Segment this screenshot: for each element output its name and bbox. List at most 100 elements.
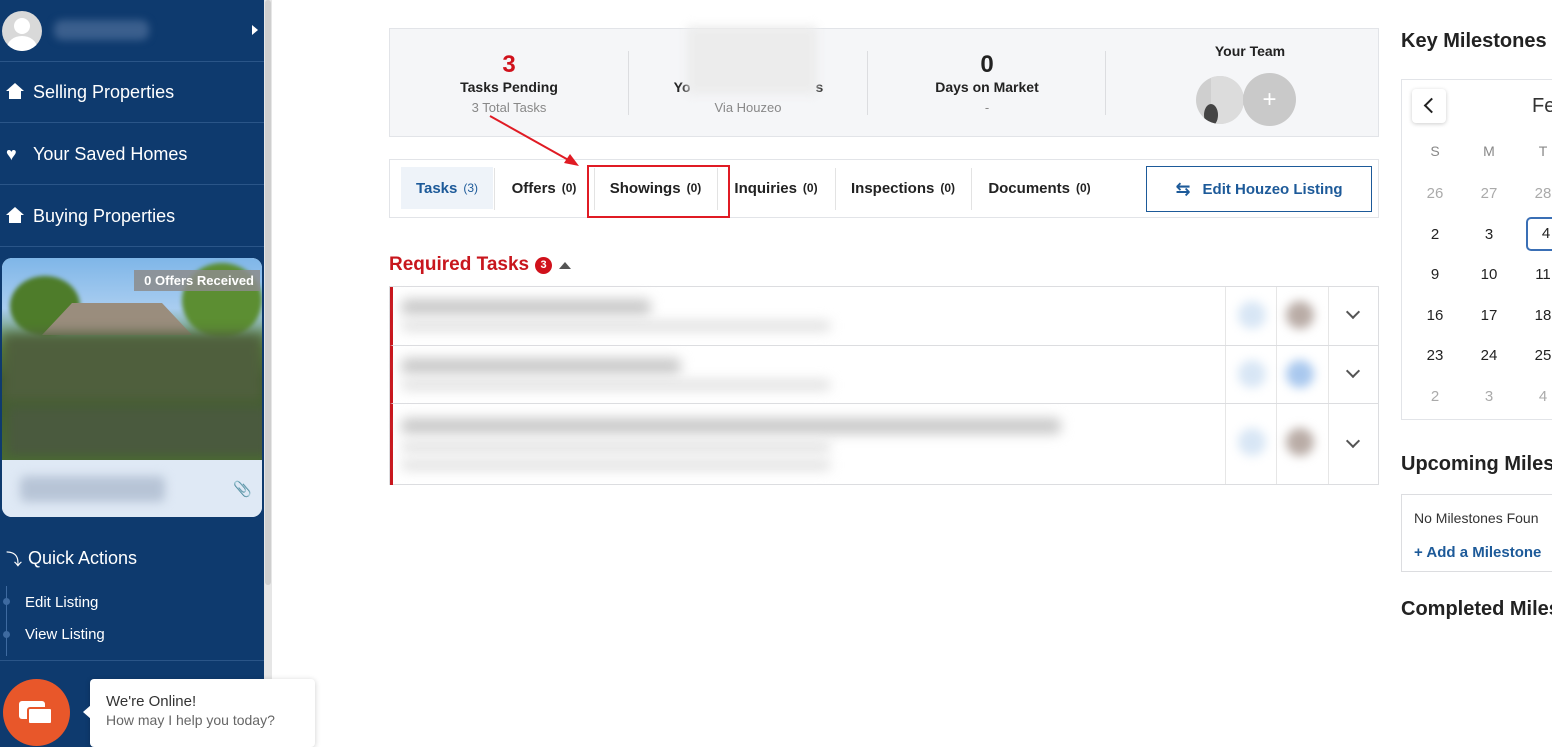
chat-online-text: We're Online! (106, 693, 197, 710)
tab-count: (3) (463, 181, 479, 195)
swap-icon: ⇆ (1175, 178, 1191, 199)
sidebar-item-selling-properties[interactable]: Selling Properties (0, 62, 264, 123)
tab-documents[interactable]: Documents (0) (972, 167, 1107, 209)
tab-label: Offers (511, 179, 556, 197)
calendar-day[interactable]: 16 (1415, 307, 1455, 324)
chat-button[interactable] (3, 679, 70, 746)
via-houzeo-label: Via Houzeo (714, 100, 782, 115)
tab-label: Inquiries (734, 179, 797, 197)
redacted-area (687, 26, 817, 94)
calendar-day[interactable]: 3 (1469, 226, 1509, 243)
calendar-day[interactable]: 2 (1415, 388, 1455, 405)
calendar-day[interactable]: 24 (1469, 347, 1509, 364)
table-row[interactable] (390, 346, 1378, 404)
sidebar-item-label: Your Saved Homes (33, 143, 188, 164)
tab-label: Tasks (415, 179, 458, 197)
home-icon (6, 207, 28, 225)
property-photo[interactable]: 0 Offers Received (2, 258, 262, 460)
chat-help-text: How may I help you today? (106, 712, 275, 728)
calendar-day[interactable]: 3 (1469, 388, 1509, 405)
table-row[interactable] (390, 287, 1378, 346)
add-milestone-link[interactable]: + Add a Milestone (1414, 544, 1541, 561)
caret-right-icon[interactable] (252, 25, 258, 35)
heart-icon: ♥ (6, 144, 17, 164)
calendar-day[interactable]: 4 (1523, 388, 1552, 405)
chat-popup[interactable]: We're Online! How may I help you today? (83, 679, 315, 747)
showings-highlight-box (587, 165, 730, 218)
property-info: 📎 (2, 460, 262, 517)
calendar-day[interactable]: 27 (1469, 185, 1509, 202)
calendar-day[interactable]: 26 (1415, 185, 1455, 202)
bullet-dot (3, 631, 10, 638)
sidebar-item-buying-properties[interactable]: Buying Properties (0, 186, 264, 247)
required-tasks-badge: 3 (535, 256, 553, 274)
property-card[interactable]: 0 Offers Received 📎 (2, 258, 262, 517)
chevron-down-icon[interactable] (1345, 363, 1361, 379)
calendar-day[interactable]: 9 (1415, 266, 1455, 283)
sidebar-scrollbar[interactable] (264, 0, 272, 747)
calendar-day[interactable]: 25 (1523, 347, 1552, 364)
team-member-avatar[interactable] (1196, 76, 1244, 124)
user-menu[interactable] (0, 0, 264, 62)
upcoming-milestones-box: No Milestones Foun + Add a Milestone (1401, 494, 1552, 572)
calendar-day-today[interactable]: 4 (1526, 217, 1552, 251)
edit-button-label: Edit Houzeo Listing (1202, 180, 1343, 198)
calendar-day[interactable]: 18 (1523, 307, 1552, 324)
calendar-day[interactable]: 10 (1469, 266, 1509, 283)
table-row[interactable] (390, 404, 1378, 485)
chevron-left-icon[interactable] (1412, 89, 1446, 123)
sidebar-item-label: Selling Properties (33, 81, 175, 102)
calendar-day[interactable]: 2 (1415, 226, 1455, 243)
required-tasks-title: Required Tasks (389, 254, 530, 275)
quick-actions-header: ⤵ Quick Actions (0, 538, 264, 578)
property-address-redacted (20, 476, 165, 502)
completed-milestones-title: Completed Miles (1401, 598, 1552, 620)
sidebar-item-saved-homes[interactable]: ♥ Your Saved Homes (0, 124, 264, 185)
your-team-label: Your Team (1214, 43, 1286, 59)
tasks-pending-count: 3 (502, 51, 516, 78)
offers-badge: 0 Offers Received (134, 270, 260, 291)
add-team-member-button[interactable]: + (1243, 73, 1296, 126)
required-tasks-header[interactable]: Required Tasks 3 (389, 254, 572, 276)
edit-houzeo-listing-button[interactable]: ⇆ Edit Houzeo Listing (1146, 166, 1372, 212)
upcoming-milestones-title: Upcoming Milest (1401, 453, 1552, 475)
tab-count: (0) (561, 181, 577, 195)
sidebar-item-label: Buying Properties (33, 205, 176, 226)
calendar-month: Fe (1532, 95, 1552, 117)
day-of-week: T (1538, 143, 1548, 159)
chevron-down-icon[interactable] (1345, 433, 1361, 449)
calendar-day[interactable]: 23 (1415, 347, 1455, 364)
calendar-day[interactable]: 17 (1469, 307, 1509, 324)
sidebar: Selling Properties ♥ Your Saved Homes Bu… (0, 0, 264, 747)
calendar-day[interactable]: 11 (1523, 266, 1552, 283)
day-of-week: S (1430, 143, 1440, 159)
tab-count: (0) (802, 181, 818, 195)
key-milestones-title: Key Milestones (1401, 30, 1547, 52)
quick-actions-title: Quick Actions (28, 547, 138, 568)
bolt-icon: ⤵ (6, 552, 23, 569)
tab-inspections[interactable]: Inspections (0) (836, 167, 970, 209)
quick-action-view-listing[interactable]: View Listing (25, 626, 105, 643)
caret-up-icon[interactable] (559, 261, 572, 269)
tab-label: Documents (988, 179, 1070, 197)
paperclip-icon[interactable]: 📎 (233, 480, 252, 498)
calendar-day[interactable]: 28 (1523, 185, 1552, 202)
days-on-market-label: Days on Market (935, 79, 1039, 95)
quick-action-edit-listing[interactable]: Edit Listing (25, 594, 98, 611)
days-on-market-count: 0 (980, 51, 994, 78)
tab-inquiries[interactable]: Inquiries (0) (718, 167, 834, 209)
no-milestones-text: No Milestones Foun (1414, 510, 1539, 526)
tasks-pending-label: Tasks Pending (460, 79, 558, 95)
tab-label: Inspections (850, 179, 935, 197)
chevron-down-icon[interactable] (1345, 304, 1361, 320)
user-name-redacted (54, 20, 149, 40)
divider (0, 660, 264, 661)
day-of-week: M (1483, 143, 1495, 159)
bullet-dot (3, 598, 10, 605)
days-on-market-sub: - (984, 100, 990, 115)
tab-count: (0) (940, 181, 956, 195)
stat-days-on-market: 0 Days on Market - (868, 29, 1106, 138)
milestones-calendar: Fe S M T 26 27 28 2 3 4 9 10 11 16 17 18… (1401, 79, 1552, 420)
avatar[interactable] (2, 11, 42, 51)
quick-actions-line (6, 586, 7, 656)
